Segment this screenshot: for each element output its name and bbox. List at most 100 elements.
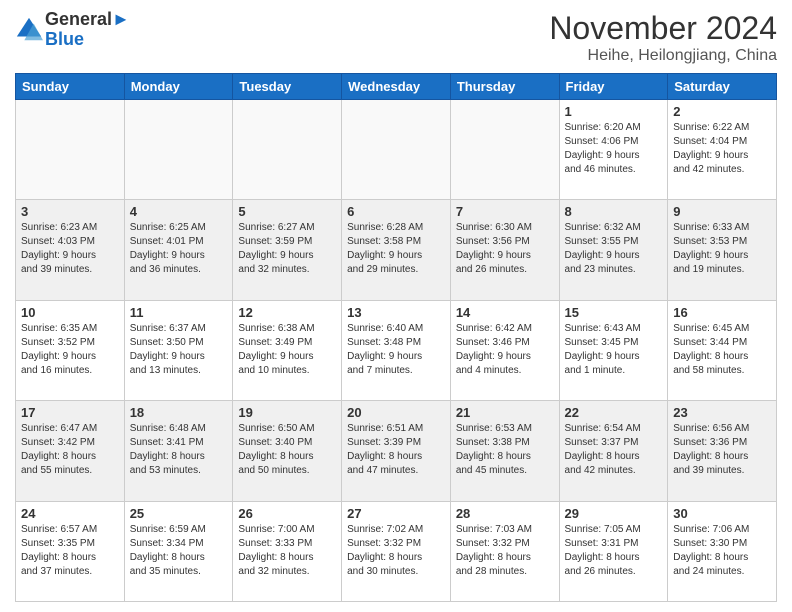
day-number: 11 [130, 305, 228, 320]
day-info: Sunrise: 7:02 AM Sunset: 3:32 PM Dayligh… [347, 523, 445, 579]
weekday-header: Saturday [668, 74, 777, 100]
day-number: 8 [565, 204, 663, 219]
day-number: 14 [456, 305, 554, 320]
calendar-cell [16, 100, 125, 200]
day-number: 28 [456, 506, 554, 521]
calendar-cell: 2 Sunrise: 6:22 AM Sunset: 4:04 PM Daylig… [668, 100, 777, 200]
calendar-cell: 14 Sunrise: 6:42 AM Sunset: 3:46 PM Dayli… [450, 300, 559, 400]
calendar-cell [233, 100, 342, 200]
day-number: 2 [673, 104, 771, 119]
page: General► Blue November 2024 Heihe, Heilo… [0, 0, 792, 612]
calendar-cell: 23 Sunrise: 6:56 AM Sunset: 3:36 PM Dayli… [668, 401, 777, 501]
calendar-week-row: 24Sunrise: 6:57 AM Sunset: 3:35 PM Dayli… [16, 501, 777, 601]
calendar-cell: 1 Sunrise: 6:20 AM Sunset: 4:06 PM Daylig… [559, 100, 668, 200]
day-info: Sunrise: 6:35 AM Sunset: 3:52 PM Dayligh… [21, 322, 119, 378]
day-number: 30 [673, 506, 771, 521]
day-info: Sunrise: 6:25 AM Sunset: 4:01 PM Dayligh… [130, 221, 228, 277]
day-info: Sunrise: 6:56 AM Sunset: 3:36 PM Dayligh… [673, 422, 771, 478]
calendar-cell: 25 Sunrise: 6:59 AM Sunset: 3:34 PM Dayli… [124, 501, 233, 601]
day-number: 13 [347, 305, 445, 320]
weekday-header: Thursday [450, 74, 559, 100]
day-number: 10 [21, 305, 119, 320]
day-number: 17 [21, 405, 119, 420]
calendar-body: 1 Sunrise: 6:20 AM Sunset: 4:06 PM Daylig… [16, 100, 777, 602]
calendar-cell: 27Sunrise: 7:02 AM Sunset: 3:32 PM Dayli… [342, 501, 451, 601]
day-number: 29 [565, 506, 663, 521]
weekday-header: Monday [124, 74, 233, 100]
day-info: Sunrise: 6:42 AM Sunset: 3:46 PM Dayligh… [456, 322, 554, 378]
calendar-cell [342, 100, 451, 200]
calendar-cell: 20 Sunrise: 6:51 AM Sunset: 3:39 PM Dayli… [342, 401, 451, 501]
day-number: 16 [673, 305, 771, 320]
calendar-cell: 8 Sunrise: 6:32 AM Sunset: 3:55 PM Daylig… [559, 200, 668, 300]
logo-text: General► Blue [45, 10, 130, 50]
day-info: Sunrise: 6:23 AM Sunset: 4:03 PM Dayligh… [21, 221, 119, 277]
day-info: Sunrise: 6:59 AM Sunset: 3:34 PM Dayligh… [130, 523, 228, 579]
day-number: 18 [130, 405, 228, 420]
day-info: Sunrise: 6:54 AM Sunset: 3:37 PM Dayligh… [565, 422, 663, 478]
day-info: Sunrise: 6:32 AM Sunset: 3:55 PM Dayligh… [565, 221, 663, 277]
day-number: 1 [565, 104, 663, 119]
calendar-cell: 16Sunrise: 6:45 AM Sunset: 3:44 PM Dayli… [668, 300, 777, 400]
day-number: 9 [673, 204, 771, 219]
day-number: 26 [238, 506, 336, 521]
main-title: November 2024 [549, 10, 777, 47]
calendar-cell: 18Sunrise: 6:48 AM Sunset: 3:41 PM Dayli… [124, 401, 233, 501]
calendar-cell: 7 Sunrise: 6:30 AM Sunset: 3:56 PM Daylig… [450, 200, 559, 300]
calendar-week-row: 1 Sunrise: 6:20 AM Sunset: 4:06 PM Daylig… [16, 100, 777, 200]
day-info: Sunrise: 6:43 AM Sunset: 3:45 PM Dayligh… [565, 322, 663, 378]
day-info: Sunrise: 6:37 AM Sunset: 3:50 PM Dayligh… [130, 322, 228, 378]
calendar-cell [450, 100, 559, 200]
day-number: 6 [347, 204, 445, 219]
calendar-cell: 29Sunrise: 7:05 AM Sunset: 3:31 PM Dayli… [559, 501, 668, 601]
day-info: Sunrise: 6:30 AM Sunset: 3:56 PM Dayligh… [456, 221, 554, 277]
header: General► Blue November 2024 Heihe, Heilo… [15, 10, 777, 65]
calendar-cell: 30 Sunrise: 7:06 AM Sunset: 3:30 PM Dayli… [668, 501, 777, 601]
day-number: 7 [456, 204, 554, 219]
day-number: 5 [238, 204, 336, 219]
day-number: 3 [21, 204, 119, 219]
day-info: Sunrise: 6:22 AM Sunset: 4:04 PM Dayligh… [673, 121, 771, 177]
calendar: SundayMondayTuesdayWednesdayThursdayFrid… [15, 73, 777, 602]
day-number: 4 [130, 204, 228, 219]
calendar-cell: 26Sunrise: 7:00 AM Sunset: 3:33 PM Dayli… [233, 501, 342, 601]
calendar-cell: 13 Sunrise: 6:40 AM Sunset: 3:48 PM Dayli… [342, 300, 451, 400]
calendar-cell: 6 Sunrise: 6:28 AM Sunset: 3:58 PM Daylig… [342, 200, 451, 300]
logo: General► Blue [15, 10, 130, 50]
day-number: 12 [238, 305, 336, 320]
calendar-cell: 22Sunrise: 6:54 AM Sunset: 3:37 PM Dayli… [559, 401, 668, 501]
day-number: 23 [673, 405, 771, 420]
weekday-header: Tuesday [233, 74, 342, 100]
calendar-cell: 19 Sunrise: 6:50 AM Sunset: 3:40 PM Dayli… [233, 401, 342, 501]
day-info: Sunrise: 6:40 AM Sunset: 3:48 PM Dayligh… [347, 322, 445, 378]
weekday-header: Sunday [16, 74, 125, 100]
calendar-cell: 24Sunrise: 6:57 AM Sunset: 3:35 PM Dayli… [16, 501, 125, 601]
calendar-week-row: 17Sunrise: 6:47 AM Sunset: 3:42 PM Dayli… [16, 401, 777, 501]
calendar-cell: 17Sunrise: 6:47 AM Sunset: 3:42 PM Dayli… [16, 401, 125, 501]
weekday-header: Wednesday [342, 74, 451, 100]
calendar-cell: 15Sunrise: 6:43 AM Sunset: 3:45 PM Dayli… [559, 300, 668, 400]
day-info: Sunrise: 6:20 AM Sunset: 4:06 PM Dayligh… [565, 121, 663, 177]
day-number: 25 [130, 506, 228, 521]
day-info: Sunrise: 6:28 AM Sunset: 3:58 PM Dayligh… [347, 221, 445, 277]
calendar-cell: 3 Sunrise: 6:23 AM Sunset: 4:03 PM Daylig… [16, 200, 125, 300]
calendar-week-row: 10 Sunrise: 6:35 AM Sunset: 3:52 PM Dayli… [16, 300, 777, 400]
day-info: Sunrise: 6:51 AM Sunset: 3:39 PM Dayligh… [347, 422, 445, 478]
day-info: Sunrise: 6:33 AM Sunset: 3:53 PM Dayligh… [673, 221, 771, 277]
title-block: November 2024 Heihe, Heilongjiang, China [549, 10, 777, 65]
day-info: Sunrise: 6:50 AM Sunset: 3:40 PM Dayligh… [238, 422, 336, 478]
day-info: Sunrise: 7:06 AM Sunset: 3:30 PM Dayligh… [673, 523, 771, 579]
day-info: Sunrise: 6:27 AM Sunset: 3:59 PM Dayligh… [238, 221, 336, 277]
day-info: Sunrise: 6:57 AM Sunset: 3:35 PM Dayligh… [21, 523, 119, 579]
day-number: 21 [456, 405, 554, 420]
calendar-header-row: SundayMondayTuesdayWednesdayThursdayFrid… [16, 74, 777, 100]
calendar-cell: 21 Sunrise: 6:53 AM Sunset: 3:38 PM Dayli… [450, 401, 559, 501]
logo-line1: General [45, 9, 112, 29]
day-info: Sunrise: 6:53 AM Sunset: 3:38 PM Dayligh… [456, 422, 554, 478]
day-number: 20 [347, 405, 445, 420]
calendar-cell: 11 Sunrise: 6:37 AM Sunset: 3:50 PM Dayli… [124, 300, 233, 400]
subtitle: Heihe, Heilongjiang, China [549, 47, 777, 65]
day-number: 19 [238, 405, 336, 420]
calendar-cell: 10 Sunrise: 6:35 AM Sunset: 3:52 PM Dayli… [16, 300, 125, 400]
calendar-cell: 28Sunrise: 7:03 AM Sunset: 3:32 PM Dayli… [450, 501, 559, 601]
